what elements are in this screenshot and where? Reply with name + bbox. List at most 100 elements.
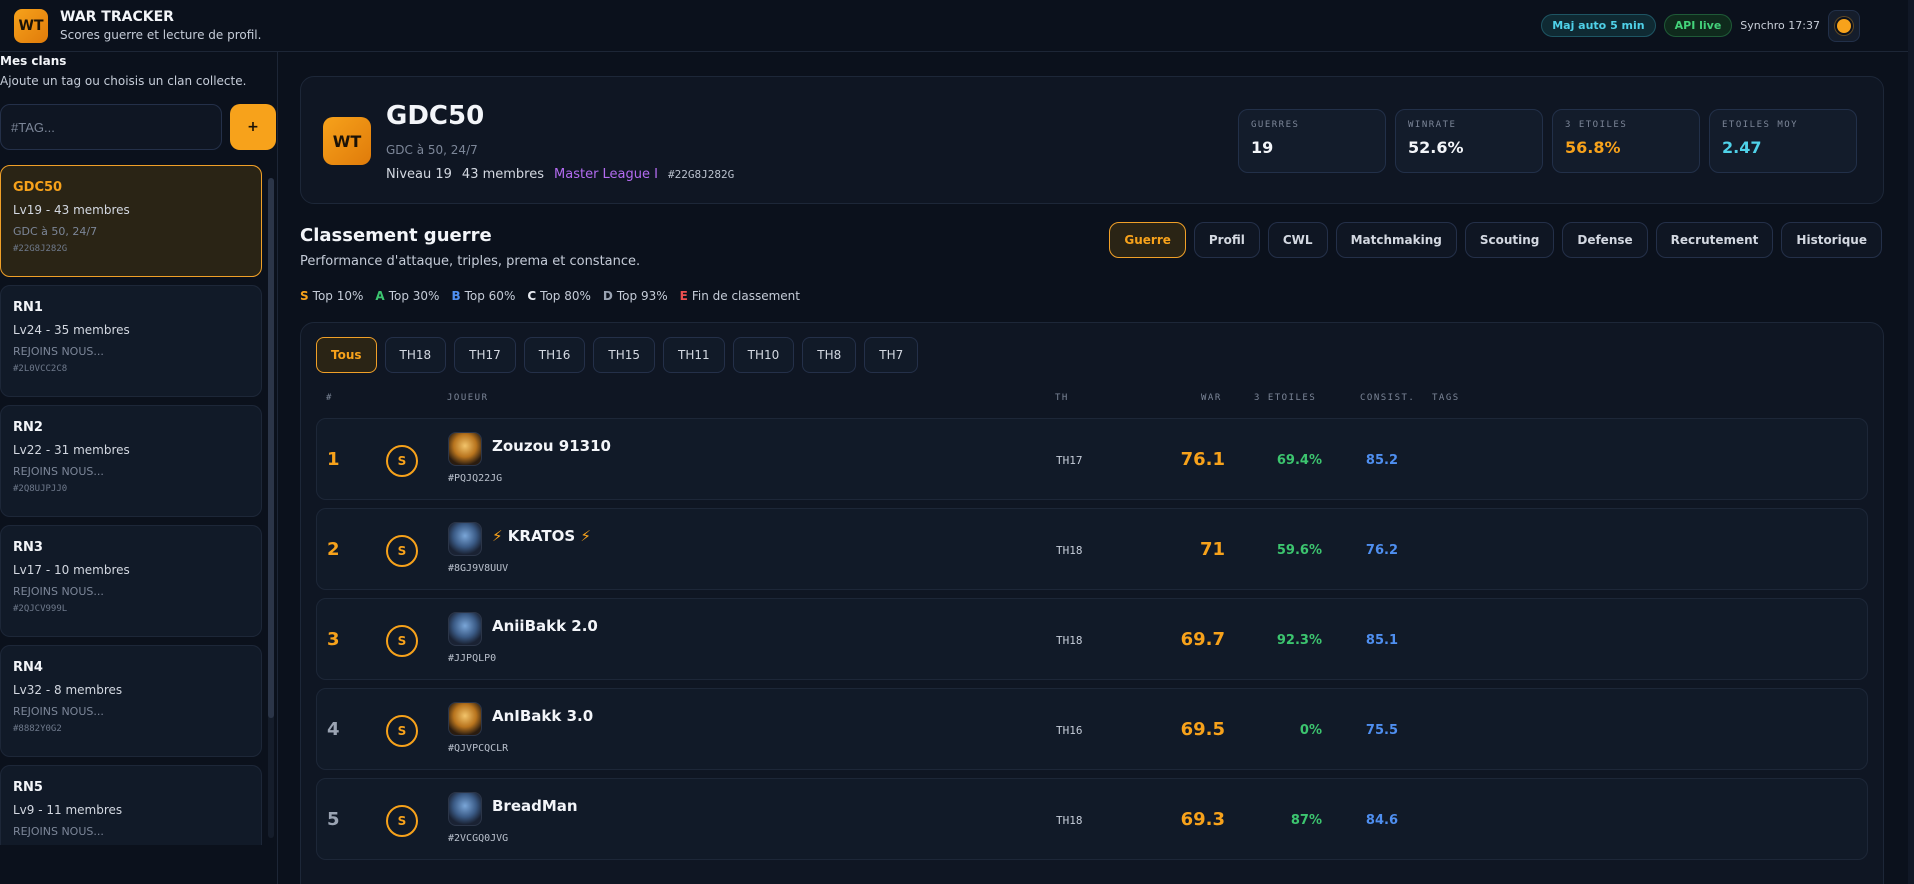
player-tag: #PQJQ22JG (448, 473, 503, 484)
player-name[interactable]: ⚡ KRATOS ⚡ (492, 527, 591, 545)
tier-badge: S (386, 805, 418, 837)
filter-th11[interactable]: TH11 (663, 337, 725, 373)
legend-item: S Top 10% (300, 289, 363, 303)
legend-label: Fin de classement (691, 289, 800, 303)
player-tag: #8GJ9V8UUV (448, 563, 509, 574)
player-name[interactable]: AniiBakk 2.0 (492, 617, 598, 635)
tab-recrutement[interactable]: Recrutement (1655, 222, 1774, 258)
row-rank: 4 (327, 719, 340, 740)
api-live-badge: API live (1663, 14, 1733, 37)
tab-historique[interactable]: Historique (1781, 222, 1882, 258)
clan-card-name: RN5 (13, 780, 43, 795)
tier-badge: S (386, 625, 418, 657)
player-name[interactable]: AnIBakk 3.0 (492, 707, 593, 725)
tab-matchmaking[interactable]: Matchmaking (1335, 222, 1457, 258)
clan-card-desc: REJOINS NOUS... (13, 705, 104, 718)
ranking-panel: Tous TH18 TH17 TH16 TH15 TH11 TH10 TH8 TH7 # JOU… (300, 322, 1884, 884)
player-name[interactable]: BreadMan (492, 797, 578, 815)
filter-th10[interactable]: TH10 (732, 337, 795, 373)
clan-card-desc: REJOINS NOUS... (13, 465, 104, 478)
legend-label: Top 93% (616, 289, 668, 303)
player-th: TH18 (1056, 544, 1083, 557)
clan-card-desc: REJOINS NOUS... (13, 825, 104, 838)
section-title: Classement guerre (300, 225, 492, 246)
consistency-score: 76.2 (1365, 543, 1398, 558)
clan-card-meta: Lv9 - 11 membres (13, 803, 123, 817)
three-star-rate: 87% (1290, 813, 1322, 828)
table-row[interactable]: 3 S AniiBakk 2.0 #JJPQLP0 TH18 69.7 92.3% 85.1 (316, 598, 1868, 680)
theme-toggle-button[interactable] (1828, 9, 1860, 42)
stat-value: 19 (1251, 138, 1274, 157)
player-name-text: KRATOS (507, 527, 576, 545)
legend-item: A Top 30% (375, 289, 439, 303)
filter-th15[interactable]: TH15 (593, 337, 656, 373)
war-score: 69.7 (1180, 629, 1225, 650)
page-scrollbar[interactable] (1908, 0, 1914, 884)
clan-logo: WT (323, 117, 371, 165)
consistency-score: 84.6 (1365, 813, 1398, 828)
col-stars: 3 ETOILES (1254, 393, 1317, 403)
table-row[interactable]: 5 S BreadMan #2VCGQ0JVG TH18 69.3 87% 84.6 (316, 778, 1868, 860)
tab-scouting[interactable]: Scouting (1464, 222, 1555, 258)
war-score: 69.5 (1180, 719, 1225, 740)
clan-card[interactable]: RN4 Lv32 - 8 membres REJOINS NOUS... #8882Y… (0, 645, 262, 757)
consistency-score: 75.5 (1365, 723, 1398, 738)
top-status: Maj auto 5 min API live Synchro 17:37 (1541, 9, 1860, 42)
clan-card-name: RN1 (13, 300, 43, 315)
clan-card[interactable]: RN1 Lv24 - 35 membres REJOINS NOUS... #2L0V… (0, 285, 262, 397)
filter-th7[interactable]: TH7 (864, 337, 919, 373)
tab-profil[interactable]: Profil (1193, 222, 1260, 258)
war-score: 71 (1199, 539, 1225, 560)
stat-value: 56.8% (1565, 138, 1621, 157)
clan-meta: Niveau 19 43 membres Master League I #22… (386, 167, 734, 182)
clan-card[interactable]: RN3 Lv17 - 10 membres REJOINS NOUS... #2QJC… (0, 525, 262, 637)
stat-value: 2.47 (1722, 138, 1762, 157)
row-rank: 5 (327, 809, 340, 830)
section-subtitle: Performance d'attaque, triples, prema et… (300, 254, 641, 269)
filter-th18[interactable]: TH18 (384, 337, 447, 373)
table-row[interactable]: 4 S AnIBakk 3.0 #QJVPCQCLR TH16 69.5 0% 75.5 (316, 688, 1868, 770)
legend-key: E (679, 289, 688, 303)
player-name[interactable]: Zouzou 91310 (492, 437, 611, 455)
clan-tag: #22G8J282G (667, 168, 735, 181)
clan-card-tag: #2Q8UJPJJ0 (13, 484, 68, 494)
clan-card-meta: Lv22 - 31 membres (13, 443, 130, 457)
consistency-score: 85.1 (1365, 633, 1398, 648)
clan-card-tag: #8882Y0G2 (13, 724, 62, 734)
clan-card[interactable]: RN5 Lv9 - 11 membres REJOINS NOUS... (0, 765, 262, 845)
col-rank: # (326, 393, 333, 403)
three-star-rate: 69.4% (1276, 453, 1322, 468)
app-logo: WT (14, 8, 48, 43)
filter-th8[interactable]: TH8 (802, 337, 857, 373)
sun-icon (1837, 18, 1851, 33)
table-row[interactable]: 2 S ⚡ KRATOS ⚡ #8GJ9V8UUV TH18 71 59.6% 76.2 (316, 508, 1868, 590)
col-player: JOUEUR (447, 393, 489, 403)
table-row[interactable]: 1 S Zouzou 91310 #PQJQ22JG TH17 76.1 69.4% 85.2 (316, 418, 1868, 500)
stat-label: Etoiles moy (1722, 120, 1799, 130)
bolt-icon: ⚡ (492, 527, 508, 545)
filter-tous[interactable]: Tous (316, 337, 377, 373)
clan-tag-input[interactable] (0, 104, 222, 150)
clan-card-tag: #2QJCV999L (13, 604, 68, 614)
app-title: WAR TRACKER (60, 9, 174, 25)
tab-cwl[interactable]: CWL (1267, 222, 1328, 258)
row-rank: 1 (327, 449, 340, 470)
tab-defense[interactable]: Defense (1562, 222, 1648, 258)
legend-label: Top 60% (464, 289, 516, 303)
legend-key: C (527, 289, 537, 303)
filter-th17[interactable]: TH17 (454, 337, 516, 373)
three-star-rate: 59.6% (1276, 543, 1322, 558)
tier-badge: S (386, 715, 418, 747)
player-tag: #JJPQLP0 (448, 653, 497, 664)
tab-guerre[interactable]: Guerre (1109, 222, 1186, 258)
clan-card[interactable]: GDC50 Lv19 - 43 membres GDC à 50, 24/7 #22G… (0, 165, 262, 277)
sidebar-scroll-thumb[interactable] (268, 178, 274, 718)
add-clan-button[interactable]: + (230, 104, 276, 150)
sidebar: Mes clans Ajoute un tag ou choisis un cl… (0, 52, 278, 884)
clan-description: GDC à 50, 24/7 (386, 143, 478, 157)
war-score: 69.3 (1180, 809, 1225, 830)
player-avatar (448, 522, 482, 556)
tier-badge: S (386, 445, 418, 477)
clan-card[interactable]: RN2 Lv22 - 31 membres REJOINS NOUS... #2Q8U… (0, 405, 262, 517)
filter-th16[interactable]: TH16 (523, 337, 586, 373)
